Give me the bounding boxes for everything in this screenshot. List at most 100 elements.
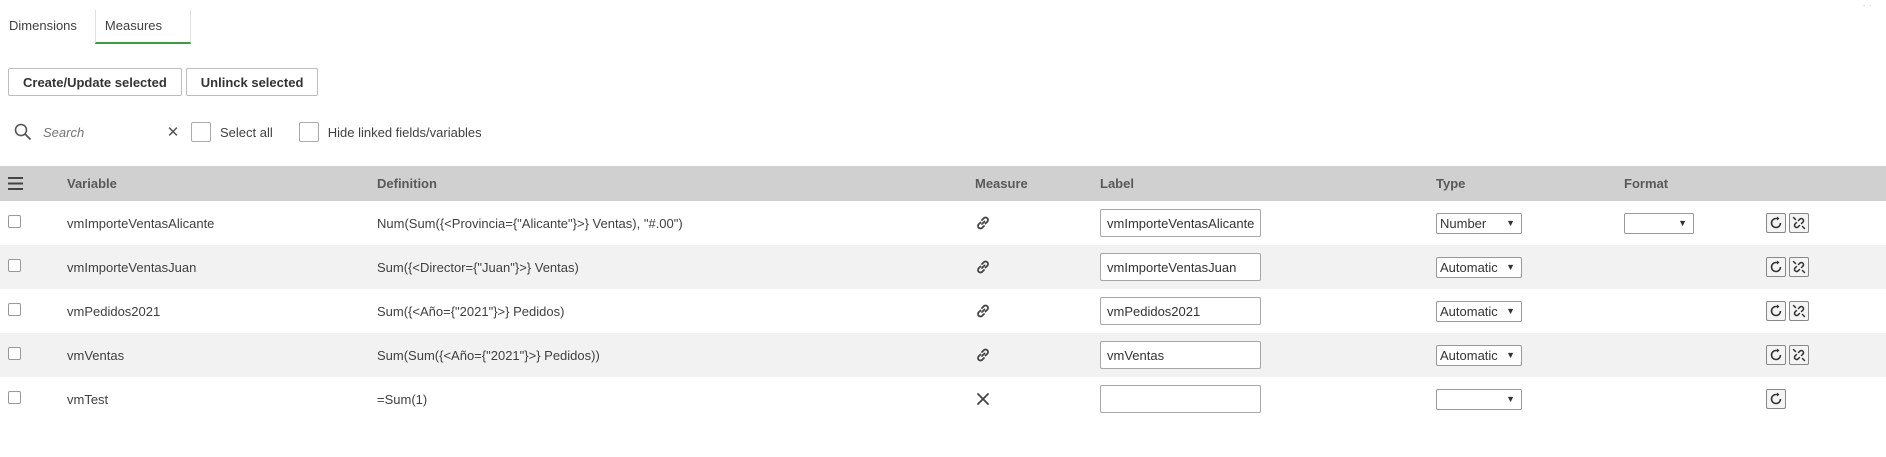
table-row: vmTest =Sum(1) ▼ (0, 377, 1886, 421)
refresh-button[interactable] (1766, 389, 1786, 409)
column-header-label: Label (1100, 176, 1134, 191)
unlink-button[interactable] (1789, 345, 1809, 365)
table-row: vmVentas Sum(Sum({<Año={"2021"}>} Pedido… (0, 333, 1886, 377)
column-header-actions (1766, 166, 1886, 201)
format-select[interactable]: ▼ (1624, 212, 1694, 234)
row-actions (1766, 345, 1886, 365)
close-icon (977, 393, 989, 405)
action-buttons: Create/Update selected Unlinck selected (8, 68, 319, 96)
column-header-variable: Variable (67, 176, 117, 191)
type-select[interactable]: ▼ (1436, 388, 1522, 410)
unlink-button[interactable] (1789, 213, 1809, 233)
create-update-selected-button[interactable]: Create/Update selected (8, 68, 182, 96)
row-checkbox[interactable] (8, 214, 21, 228)
link-icon (977, 260, 989, 274)
hide-linked-checkbox[interactable] (298, 122, 319, 142)
type-select[interactable]: Automatic ▼ (1436, 344, 1522, 366)
refresh-button[interactable] (1766, 213, 1786, 233)
tab-measures[interactable]: Measures (94, 10, 191, 44)
label-input[interactable] (1100, 209, 1261, 237)
variable-cell: vmImporteVentasJuan (67, 259, 197, 275)
unlink-icon (1792, 348, 1806, 362)
chevron-down-icon: ▼ (1678, 218, 1687, 228)
measure-cell (975, 377, 1100, 421)
hide-linked-label: Hide linked fields/variables (327, 124, 482, 140)
refresh-icon (1770, 260, 1782, 273)
variable-cell: vmImporteVentasAlicante (67, 215, 215, 231)
chevron-down-icon: ▼ (1506, 306, 1515, 316)
type-select-value: Automatic (1440, 347, 1498, 363)
measure-cell (975, 289, 1100, 333)
row-actions (1766, 257, 1886, 277)
unlink-icon (1792, 216, 1806, 230)
column-header-measure: Measure (975, 176, 1028, 191)
refresh-icon (1770, 348, 1782, 361)
tab-dimensions[interactable]: Dimensions (0, 10, 95, 42)
hamburger-menu-icon[interactable] (8, 177, 23, 190)
close-icon[interactable]: ✕ (166, 123, 180, 141)
refresh-button[interactable] (1766, 257, 1786, 277)
select-all-checkbox-group: Select all (191, 122, 273, 142)
table-row: vmPedidos2021 Sum({<Año={"2021"}>} Pedid… (0, 289, 1886, 333)
select-all-checkbox[interactable] (191, 122, 211, 142)
label-input[interactable] (1100, 297, 1261, 325)
link-icon (977, 304, 989, 318)
window-corner-controls: · · (1862, 0, 1872, 11)
label-input[interactable] (1100, 341, 1261, 369)
type-select-value: Number (1440, 215, 1487, 231)
chevron-down-icon: ▼ (1506, 394, 1515, 404)
refresh-icon (1770, 304, 1782, 317)
refresh-button[interactable] (1766, 345, 1786, 365)
definition-cell: Sum(Sum({<Año={"2021"}>} Pedidos)) (377, 347, 600, 363)
hide-linked-checkbox-group: Hide linked fields/variables (298, 122, 482, 142)
label-input[interactable] (1100, 385, 1261, 413)
select-all-label: Select all (220, 124, 273, 140)
definition-cell: Sum({<Director={"Juan"}>} Ventas) (377, 259, 579, 275)
link-icon (977, 216, 989, 230)
type-select[interactable]: Number ▼ (1436, 212, 1522, 234)
row-checkbox[interactable] (8, 390, 21, 404)
row-checkbox[interactable] (8, 302, 21, 316)
definition-cell: =Sum(1) (377, 391, 428, 407)
column-header-definition: Definition (377, 176, 437, 191)
row-actions (1766, 389, 1886, 409)
type-select[interactable]: Automatic ▼ (1436, 300, 1522, 322)
unlink-button[interactable] (1789, 257, 1809, 277)
unlink-selected-button[interactable]: Unlinck selected (185, 68, 319, 96)
measures-table: Variable Definition Measure Label Type F… (0, 166, 1886, 421)
column-header-type: Type (1436, 176, 1466, 191)
unlink-icon (1792, 304, 1806, 318)
definition-cell: Num(Sum({<Provincia={"Alicante"}>} Venta… (377, 215, 683, 231)
link-icon (977, 348, 989, 362)
variable-cell: vmTest (67, 391, 109, 407)
column-menu[interactable] (0, 166, 67, 201)
measure-cell (975, 245, 1100, 289)
refresh-button[interactable] (1766, 301, 1786, 321)
type-select-value: Automatic (1440, 259, 1498, 275)
row-actions (1766, 301, 1886, 321)
refresh-icon (1770, 216, 1782, 229)
chevron-down-icon: ▼ (1506, 350, 1515, 360)
table-header: Variable Definition Measure Label Type F… (0, 166, 1886, 201)
variable-cell: vmVentas (67, 347, 125, 363)
table-row: vmImporteVentasAlicante Num(Sum({<Provin… (0, 201, 1886, 245)
chevron-down-icon: ▼ (1506, 262, 1515, 272)
row-checkbox[interactable] (8, 258, 21, 272)
label-input[interactable] (1100, 253, 1261, 281)
measure-cell (975, 333, 1100, 377)
type-select[interactable]: Automatic ▼ (1436, 256, 1522, 278)
column-header-format: Format (1624, 176, 1669, 191)
search-icon (14, 123, 32, 141)
row-checkbox[interactable] (8, 346, 21, 360)
tab-bar: Dimensions Measures (0, 10, 191, 44)
row-actions (1766, 213, 1886, 233)
refresh-icon (1770, 392, 1782, 405)
unlink-button[interactable] (1789, 301, 1809, 321)
type-select-value: Automatic (1440, 303, 1498, 319)
measure-cell (975, 201, 1100, 245)
definition-cell: Sum({<Año={"2021"}>} Pedidos) (377, 303, 565, 319)
search-input[interactable] (41, 123, 161, 141)
chevron-down-icon: ▼ (1506, 218, 1515, 228)
variable-cell: vmPedidos2021 (67, 303, 161, 319)
table-row: vmImporteVentasJuan Sum({<Director={"Jua… (0, 245, 1886, 289)
